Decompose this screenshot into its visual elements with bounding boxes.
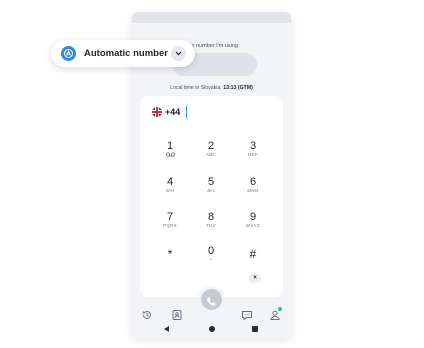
messages-icon[interactable] xyxy=(241,308,253,321)
key-6[interactable]: 6 MNO xyxy=(235,176,271,206)
profile-icon[interactable] xyxy=(269,307,282,320)
automatic-number-label: Automatic number xyxy=(84,48,168,59)
chevron-down-icon[interactable] xyxy=(171,46,186,61)
system-navigation xyxy=(132,320,291,339)
voicemail-icon xyxy=(152,152,188,159)
key-3[interactable]: 3 DEF xyxy=(235,140,271,170)
key-7[interactable]: 7 PQRS xyxy=(152,211,188,241)
automatic-number-selector[interactable]: Automatic number xyxy=(51,40,195,67)
key-8[interactable]: 8 TUV xyxy=(193,211,229,241)
key-5[interactable]: 5 JKL xyxy=(193,176,229,206)
uk-flag-icon[interactable] xyxy=(152,107,162,117)
local-time-prefix: Local time in Slovakia: xyxy=(170,85,222,91)
text-cursor xyxy=(186,106,188,118)
online-status-dot xyxy=(278,307,282,311)
contacts-icon[interactable] xyxy=(171,308,183,320)
key-star[interactable]: * xyxy=(152,247,188,277)
local-time: Local time in Slovakia: 13:13 (GTM) xyxy=(132,85,291,91)
key-4[interactable]: 4 GHI xyxy=(152,176,188,206)
key-hash[interactable]: # xyxy=(235,247,271,277)
dialpad-card: +44 1 2 ABC 3 DEF 4 GHI 5 JKL 6 MNO 7 PQ… xyxy=(140,96,283,297)
key-9[interactable]: 9 WXYZ xyxy=(235,211,271,241)
country-code: +44 xyxy=(165,107,181,117)
key-1[interactable]: 1 xyxy=(152,140,188,170)
key-2[interactable]: 2 ABC xyxy=(193,140,229,170)
call-icon xyxy=(206,294,217,312)
history-icon[interactable] xyxy=(141,308,153,320)
home-icon[interactable] xyxy=(209,326,215,332)
status-bar xyxy=(132,12,291,23)
call-button[interactable] xyxy=(198,286,225,313)
erase-button[interactable]: × xyxy=(249,274,261,283)
number-entry[interactable]: +44 xyxy=(152,106,188,118)
key-0[interactable]: 0 + xyxy=(193,245,229,275)
automatic-number-icon xyxy=(61,46,76,61)
recent-apps-icon[interactable] xyxy=(252,326,258,332)
local-time-value: 13:13 (GTM) xyxy=(223,85,253,91)
back-icon[interactable] xyxy=(164,326,169,332)
